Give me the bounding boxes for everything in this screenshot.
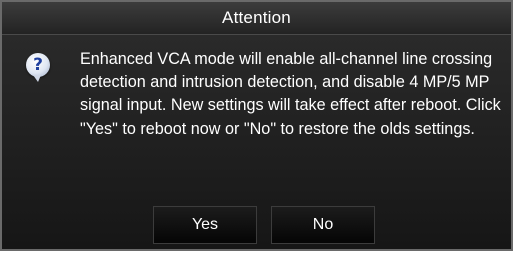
yes-button[interactable]: Yes xyxy=(153,206,257,244)
attention-dialog: Attention ? Enhanced VCA mode will enabl… xyxy=(0,0,513,251)
no-button[interactable]: No xyxy=(271,206,375,244)
dialog-button-row: Yes No xyxy=(2,206,511,246)
question-icon-glyph: ? xyxy=(33,54,43,75)
question-icon: ? xyxy=(26,53,50,82)
dialog-body: ? Enhanced VCA mode will enable all-chan… xyxy=(2,35,511,249)
dialog-title-bar[interactable]: Attention xyxy=(2,2,511,35)
dialog-message: Enhanced VCA mode will enable all-channe… xyxy=(80,50,501,138)
dialog-title: Attention xyxy=(222,8,291,27)
question-icon-tail xyxy=(33,75,41,82)
